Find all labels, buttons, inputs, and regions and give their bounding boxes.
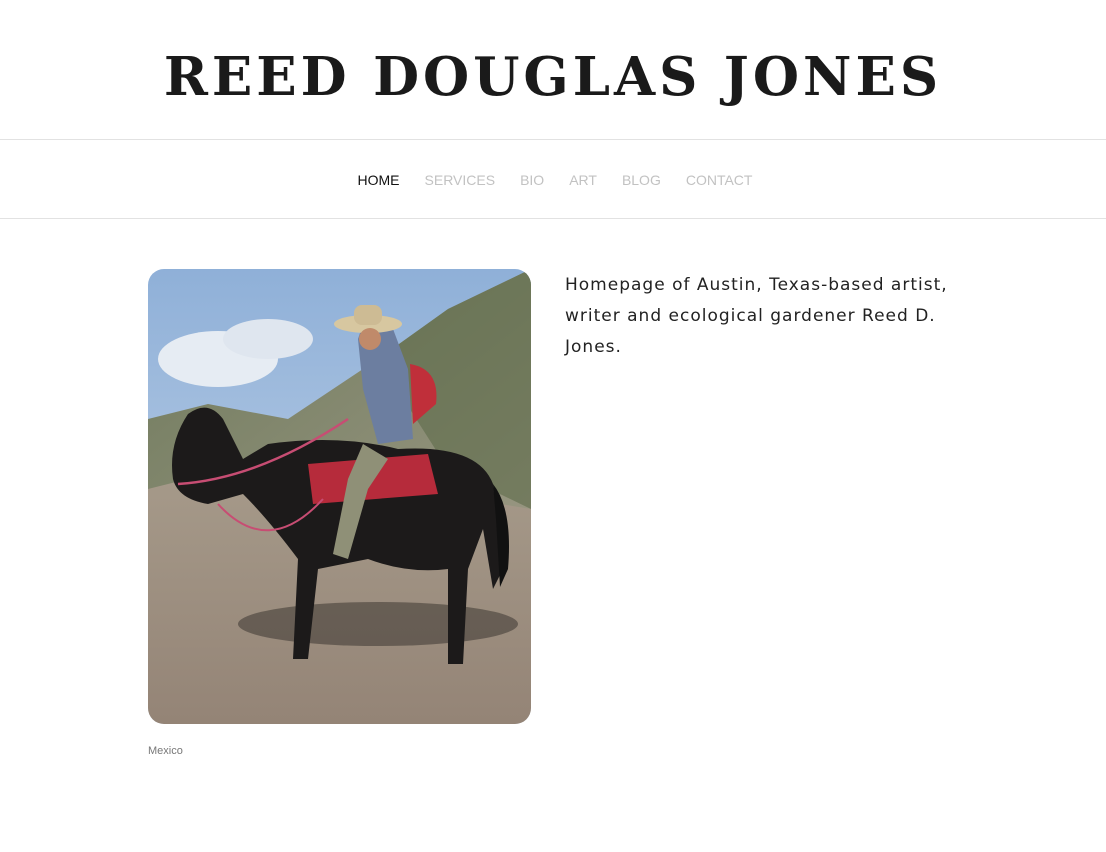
site-title[interactable]: Reed Douglas Jones bbox=[0, 42, 1106, 112]
nav-item-blog[interactable]: BLOG bbox=[622, 170, 661, 190]
photo-caption: Mexico bbox=[148, 745, 183, 757]
main-nav: HOME SERVICES BIO ART BLOG CONTACT bbox=[0, 141, 1106, 219]
intro-text: Homepage of Austin, Texas-based artist, … bbox=[565, 275, 948, 357]
nav-item-contact[interactable]: CONTACT bbox=[686, 170, 753, 190]
nav-item-home[interactable]: HOME bbox=[358, 170, 400, 190]
nav-item-bio[interactable]: BIO bbox=[520, 170, 544, 190]
horse-rider-photo bbox=[148, 269, 531, 724]
nav-item-services[interactable]: SERVICES bbox=[425, 170, 496, 190]
nav-item-art[interactable]: ART bbox=[569, 170, 597, 190]
site-header: Reed Douglas Jones bbox=[0, 0, 1106, 140]
